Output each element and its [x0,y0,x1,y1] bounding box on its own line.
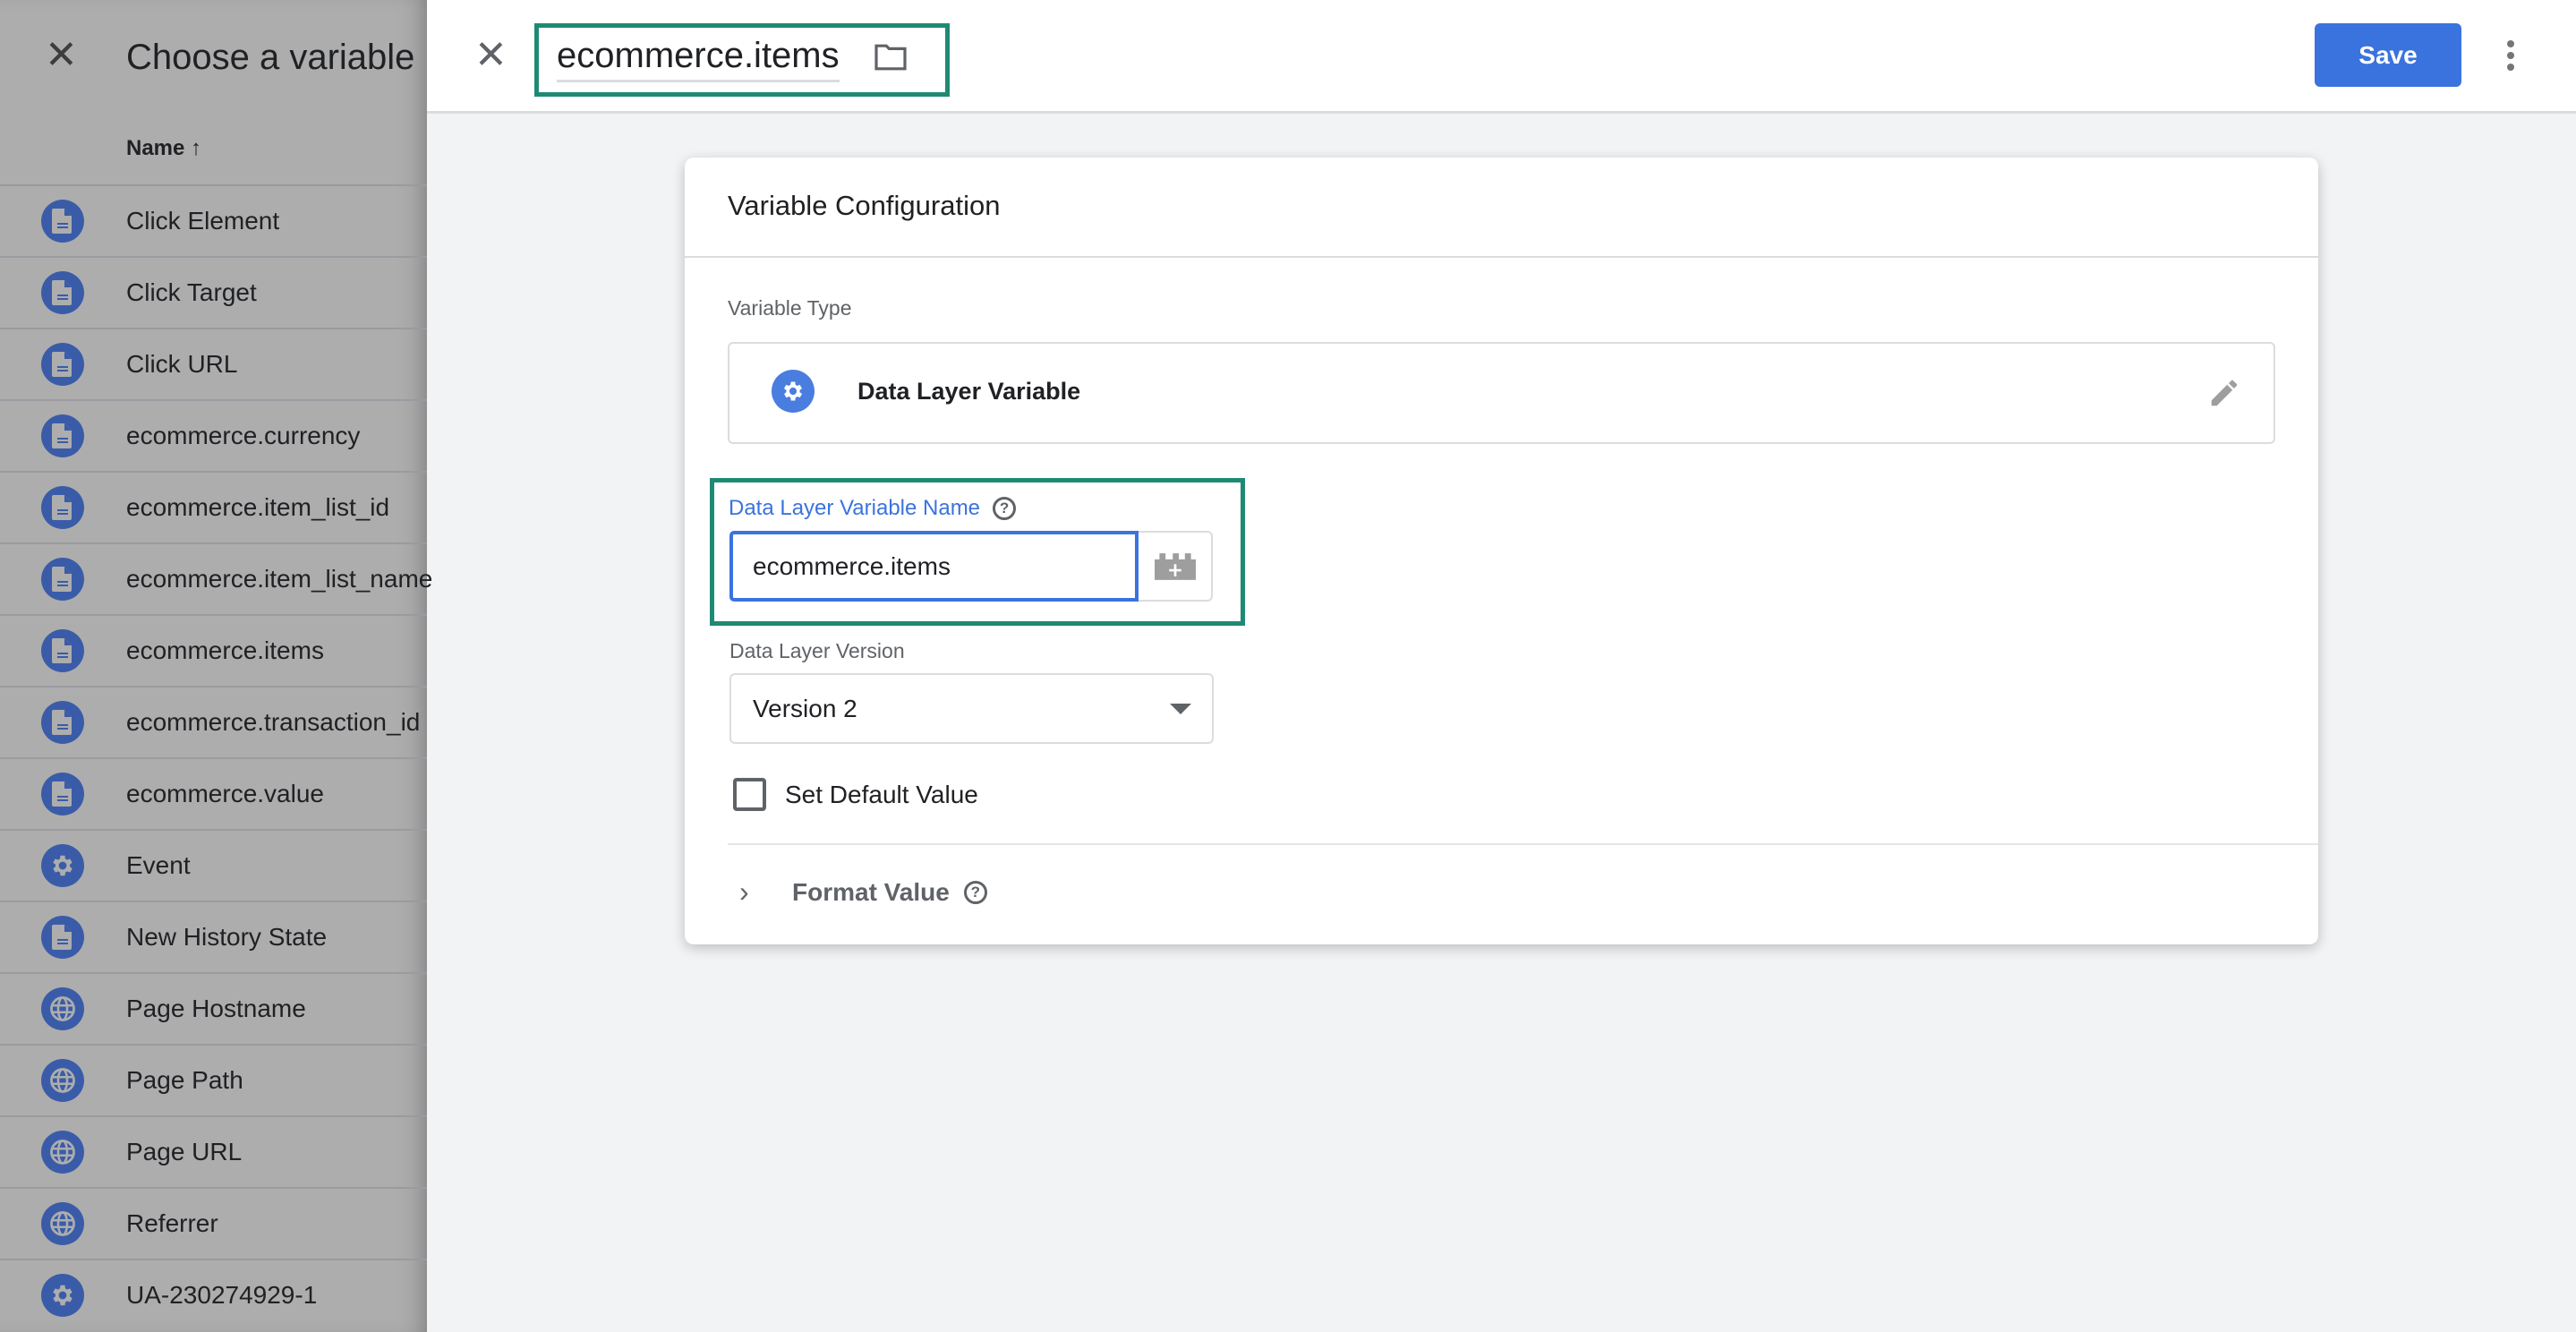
document-icon [41,200,84,243]
document-icon [41,343,84,386]
dlv-name-input[interactable]: ecommerce.items [729,531,1139,602]
more-options-icon[interactable] [2502,39,2520,76]
document-icon [41,414,84,457]
variable-item-label: ecommerce.item_list_name [126,565,433,593]
format-value-toggle[interactable]: Format Value ? [792,878,987,907]
variable-chooser-panel: ✕ Choose a variable Name ↑ Click Element… [0,0,432,1332]
variable-item-label: ecommerce.item_list_id [126,493,390,521]
dropdown-caret-icon [1170,704,1191,714]
globe-icon [41,987,84,1030]
document-icon [41,271,84,314]
variable-list-item[interactable]: Page Hostname [0,972,427,1044]
divider [685,256,2318,258]
globe-icon [41,1059,84,1102]
variable-item-label: New History State [126,923,328,951]
variable-list-item[interactable]: New History State [0,901,427,972]
document-icon [41,558,84,601]
document-icon [41,486,84,529]
variable-item-label: Click Target [126,278,257,306]
set-default-label[interactable]: Set Default Value [785,781,978,809]
variable-name-title[interactable]: ecommerce.items [557,36,840,82]
variable-list-item[interactable]: ecommerce.item_list_name [0,542,432,614]
variable-list-item[interactable]: Click URL [0,328,427,399]
pencil-icon[interactable] [2207,376,2241,414]
variable-list-item[interactable]: ecommerce.value [0,757,427,829]
gear-icon [41,1274,84,1317]
variable-item-label: ecommerce.items [126,636,324,664]
variable-item-label: Click Element [126,207,280,235]
card-title: Variable Configuration [728,190,1001,221]
document-icon [41,773,84,815]
variable-list-item[interactable]: Page URL [0,1115,427,1187]
document-icon [41,701,84,744]
variable-list-item[interactable]: ecommerce.currency [0,399,427,471]
close-editor-button[interactable]: ✕ [474,36,508,75]
variable-list: Click Element Click Target Click URL ecomme… [0,184,432,1330]
help-icon[interactable]: ? [993,497,1017,520]
variable-item-label: Referrer [126,1209,218,1237]
document-icon [41,916,84,959]
variable-type-name: Data Layer Variable [857,378,1081,405]
variable-item-label: Page Hostname [126,995,306,1022]
insert-variable-button[interactable] [1139,531,1213,602]
variable-item-label: ecommerce.currency [126,422,361,449]
chevron-right-icon[interactable]: › [739,875,749,909]
dlv-name-label-text: Data Layer Variable Name [729,496,981,520]
column-header-label: Name [126,136,185,160]
variable-list-item[interactable]: ecommerce.transaction_id [0,686,427,757]
document-icon [41,629,84,672]
dlv-name-label: Data Layer Variable Name ? [729,496,1017,521]
variable-list-item[interactable]: Page Path [0,1044,427,1115]
variable-list-item[interactable]: Click Target [0,256,427,328]
divider [728,843,2318,845]
variable-brick-icon [1154,552,1196,580]
globe-icon [41,1202,84,1245]
close-chooser-button[interactable]: ✕ [45,36,78,75]
gear-icon [41,844,84,887]
variable-list-item[interactable]: Referrer [0,1187,427,1259]
save-button[interactable]: Save [2315,23,2461,87]
folder-icon[interactable] [873,43,908,76]
variable-item-label: UA-230274929-1 [126,1281,318,1309]
variable-list-item[interactable]: ecommerce.item_list_id [0,471,427,542]
set-default-checkbox[interactable] [733,778,766,811]
variable-item-label: ecommerce.transaction_id [126,708,421,736]
variable-list-item[interactable]: ecommerce.items [0,614,427,686]
variable-item-label: Event [126,851,191,879]
globe-icon [41,1131,84,1174]
dl-version-label: Data Layer Version [729,639,905,662]
chooser-title: Choose a variable [126,38,415,77]
variable-type-label: Variable Type [728,296,852,320]
variable-list-item[interactable]: UA-230274929-1 [0,1259,427,1330]
variable-list-item[interactable]: Click Element [0,184,427,256]
variable-item-label: Click URL [126,350,238,378]
gear-icon [772,370,815,413]
dl-version-select[interactable]: Version 2 [729,673,1214,744]
variable-item-label: ecommerce.value [126,780,324,807]
format-value-label: Format Value [792,878,950,906]
variable-list-item[interactable]: Event [0,829,427,901]
help-icon[interactable]: ? [963,881,987,904]
arrow-up-icon: ↑ [191,136,202,160]
name-column-header[interactable]: Name ↑ [126,136,201,161]
variable-item-label: Page Path [126,1066,243,1094]
variable-item-label: Page URL [126,1138,243,1166]
